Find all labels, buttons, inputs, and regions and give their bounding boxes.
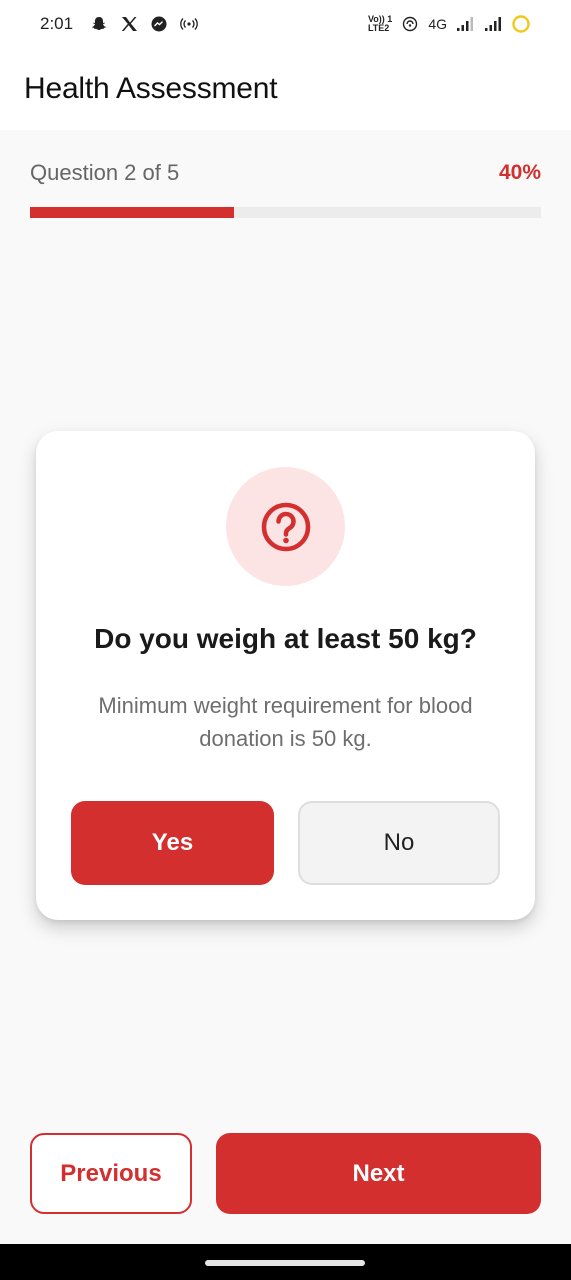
page-title: Health Assessment: [24, 72, 278, 105]
messenger-icon: [149, 14, 169, 34]
progress-label: Question 2 of 5: [30, 160, 180, 185]
next-button[interactable]: Next: [216, 1133, 541, 1214]
question-circle-icon: [260, 501, 312, 553]
progress-header: Question 2 of 5 40%: [30, 160, 541, 186]
signal-icon: [455, 14, 475, 34]
home-gesture-handle[interactable]: [205, 1260, 365, 1266]
signal-icon-2: [483, 14, 503, 34]
x-icon: [119, 14, 139, 34]
network-labels: Vo)) 1 LTE2: [368, 15, 392, 33]
app-bar: Health Assessment: [0, 48, 571, 130]
progress-percent: 40%: [498, 161, 541, 184]
status-right: Vo)) 1 LTE2 4G: [368, 14, 531, 34]
question-card: Do you weigh at least 50 kg? Minimum wei…: [36, 431, 535, 920]
status-left: 2:01: [40, 14, 199, 34]
yes-button[interactable]: Yes: [71, 801, 274, 885]
wifi-calling-icon: [400, 14, 420, 34]
question-description: Minimum weight requirement for blood don…: [98, 693, 473, 751]
question-title: Do you weigh at least 50 kg?: [94, 623, 477, 654]
progress-bar-fill: [30, 207, 235, 218]
snapchat-icon: [89, 14, 109, 34]
network-label-2: LTE2: [367, 23, 390, 33]
progress-bar: [30, 207, 541, 218]
network-type: 4G: [428, 16, 447, 32]
previous-button[interactable]: Previous: [30, 1133, 192, 1214]
system-nav-bar: [0, 1244, 571, 1280]
hotspot-icon: [179, 14, 199, 34]
status-time: 2:01: [40, 14, 74, 33]
status-bar: 2:01 Vo)) 1 LTE2 4G: [0, 0, 571, 48]
question-icon-badge: [226, 467, 345, 586]
battery-icon: [511, 14, 531, 34]
no-button[interactable]: No: [298, 801, 500, 885]
